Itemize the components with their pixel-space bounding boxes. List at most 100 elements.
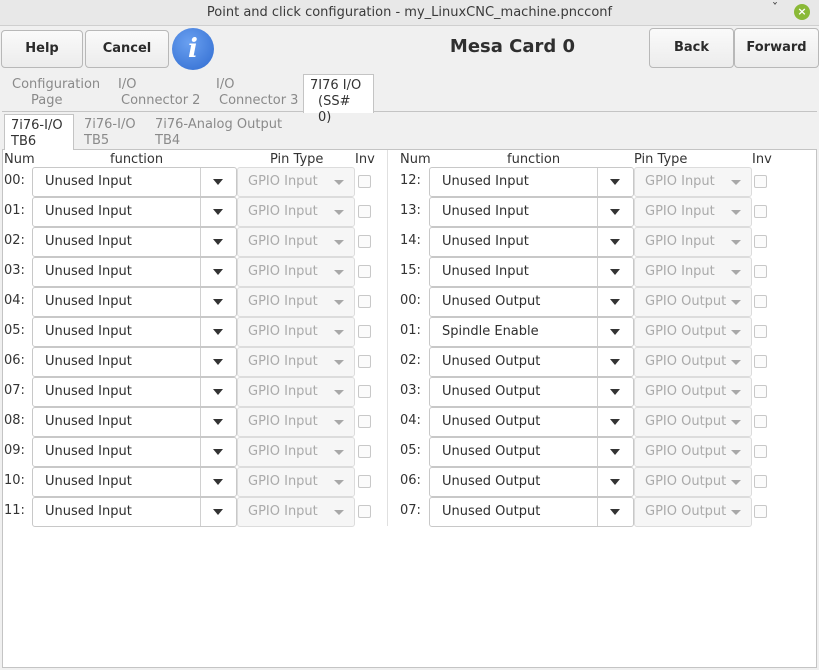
function-value: Unused Input [442,264,529,279]
function-dropdown[interactable]: Unused Input [32,317,237,347]
function-dropdown[interactable]: Unused Output [429,437,634,467]
pin-type-value: GPIO Output [645,444,727,459]
tab-label-line2: Page [31,93,63,108]
invert-checkbox[interactable] [358,325,371,338]
invert-checkbox[interactable] [358,475,371,488]
chevron-down-icon [731,450,741,455]
function-value: Unused Input [45,204,132,219]
chevron-down-icon [610,419,620,425]
subtab-label-line2: TB5 [84,133,110,148]
function-value: Unused Input [45,474,132,489]
invert-checkbox[interactable] [358,205,371,218]
invert-checkbox[interactable] [358,265,371,278]
function-dropdown[interactable]: Unused Input [32,167,237,197]
info-icon[interactable]: i [172,28,214,70]
function-value: Unused Input [442,234,529,249]
pin-number-right: 01: [400,323,421,338]
pin-number-right: 05: [400,443,421,458]
function-dropdown[interactable]: Unused Input [32,197,237,227]
pin-type-value: GPIO Input [248,204,318,219]
function-dropdown[interactable]: Unused Output [429,287,634,317]
function-dropdown[interactable]: Unused Input [32,257,237,287]
chevron-down-icon [213,269,223,275]
tab-7i76-io[interactable]: 7I76 I/O (SS# 0) [303,74,374,125]
function-dropdown[interactable]: Unused Input [32,437,237,467]
function-dropdown[interactable]: Unused Input [32,497,237,527]
function-dropdown[interactable]: Unused Output [429,467,634,497]
function-dropdown[interactable]: Unused Output [429,407,634,437]
subtab-7i76-io-tb5[interactable]: 7i76-I/O TB5 [78,114,148,152]
function-dropdown[interactable]: Unused Output [429,377,634,407]
invert-checkbox[interactable] [358,295,371,308]
function-dropdown[interactable]: Unused Input [32,377,237,407]
subtab-7i76-analog-output-tb4[interactable]: 7i76-Analog Output TB4 [149,114,289,152]
invert-checkbox[interactable] [358,385,371,398]
invert-checkbox[interactable] [358,505,371,518]
close-icon[interactable]: × [794,4,810,20]
subtab-7i76-io-tb6[interactable]: 7i76-I/O TB6 [4,114,74,151]
pin-number-right: 07: [400,503,421,518]
forward-button[interactable]: Forward [734,28,819,68]
invert-checkbox[interactable] [754,235,767,248]
function-dropdown[interactable]: Unused Output [429,347,634,377]
header-pin-type-right: Pin Type [634,152,688,167]
chevron-down-icon [731,330,741,335]
function-dropdown[interactable]: Unused Input [32,347,237,377]
pin-type-dropdown: GPIO Input [237,227,355,257]
invert-checkbox[interactable] [358,445,371,458]
pin-type-value: GPIO Input [645,264,715,279]
invert-checkbox[interactable] [754,205,767,218]
invert-checkbox[interactable] [754,505,767,518]
chevron-down-icon [334,510,344,515]
function-dropdown[interactable]: Spindle Enable [429,317,634,347]
pin-type-value: GPIO Input [248,174,318,189]
invert-checkbox[interactable] [754,445,767,458]
invert-checkbox[interactable] [358,175,371,188]
pin-type-dropdown: GPIO Input [237,437,355,467]
cancel-button[interactable]: Cancel [85,30,169,68]
invert-checkbox[interactable] [754,175,767,188]
pin-number-left: 03: [4,263,25,278]
window-title: Point and click configuration - my_Linux… [206,5,613,20]
header-function-right: function [507,152,561,167]
function-dropdown[interactable]: Unused Input [32,467,237,497]
tab-label-line1: I/O [118,77,137,92]
tab-configuration-page[interactable]: Configuration Page [6,74,106,112]
pin-type-dropdown: GPIO Output [634,347,752,377]
pin-type-value: GPIO Output [645,384,727,399]
invert-checkbox[interactable] [754,325,767,338]
invert-checkbox[interactable] [358,355,371,368]
chevron-down-icon [213,419,223,425]
function-dropdown[interactable]: Unused Input [32,287,237,317]
pin-type-dropdown: GPIO Output [634,407,752,437]
invert-checkbox[interactable] [358,415,371,428]
invert-checkbox[interactable] [754,355,767,368]
function-dropdown[interactable]: Unused Input [32,227,237,257]
header-pin-type-left: Pin Type [270,152,324,167]
invert-checkbox[interactable] [754,475,767,488]
function-dropdown[interactable]: Unused Input [32,407,237,437]
function-value: Unused Input [442,204,529,219]
pin-number-right: 00: [400,293,421,308]
chevron-down-icon [334,330,344,335]
help-button[interactable]: Help [1,30,83,68]
function-dropdown[interactable]: Unused Input [429,257,634,287]
function-dropdown[interactable]: Unused Input [429,197,634,227]
pin-number-left: 02: [4,233,25,248]
invert-checkbox[interactable] [754,265,767,278]
invert-checkbox[interactable] [754,415,767,428]
back-button[interactable]: Back [649,28,734,68]
chevron-down-icon [334,210,344,215]
pin-type-value: GPIO Input [645,234,715,249]
function-dropdown[interactable]: Unused Output [429,497,634,527]
function-dropdown[interactable]: Unused Input [429,167,634,197]
minimize-icon[interactable]: ˇ [768,2,782,17]
pin-number-right: 13: [400,203,421,218]
invert-checkbox[interactable] [754,295,767,308]
invert-checkbox[interactable] [358,235,371,248]
function-dropdown[interactable]: Unused Input [429,227,634,257]
tab-io-connector-2[interactable]: I/O Connector 2 [112,74,207,112]
tab-io-connector-3[interactable]: I/O Connector 3 [210,74,305,112]
invert-checkbox[interactable] [754,385,767,398]
chevron-down-icon [731,180,741,185]
